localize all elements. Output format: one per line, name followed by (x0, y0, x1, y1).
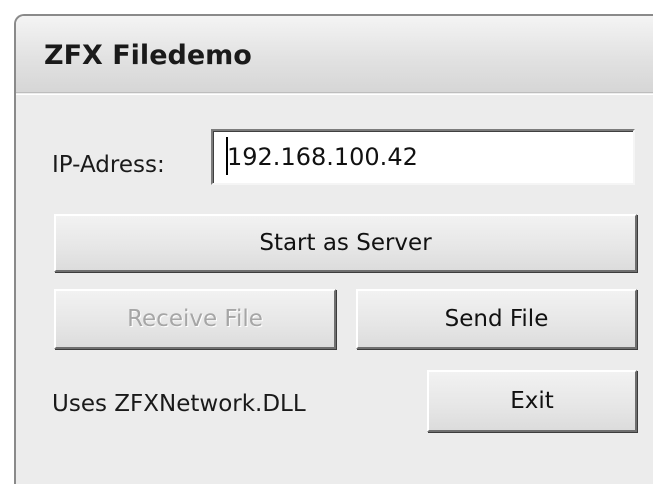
app-window: ZFX Filedemo IP-Adress: Start as Server … (14, 14, 653, 484)
send-file-button[interactable]: Send File (356, 289, 637, 349)
ip-address-label: IP-Adress: (52, 152, 165, 178)
start-server-button[interactable]: Start as Server (54, 214, 637, 272)
window-title: ZFX Filedemo (44, 40, 252, 71)
exit-button[interactable]: Exit (427, 370, 637, 432)
title-bar[interactable]: ZFX Filedemo (16, 16, 653, 93)
receive-file-button: Receive File (54, 289, 336, 349)
dialog-content: IP-Adress: Start as Server Receive File … (16, 94, 653, 484)
text-caret (226, 137, 228, 175)
uses-dll-label: Uses ZFXNetwork.DLL (52, 391, 306, 417)
ip-address-input[interactable] (211, 129, 635, 185)
